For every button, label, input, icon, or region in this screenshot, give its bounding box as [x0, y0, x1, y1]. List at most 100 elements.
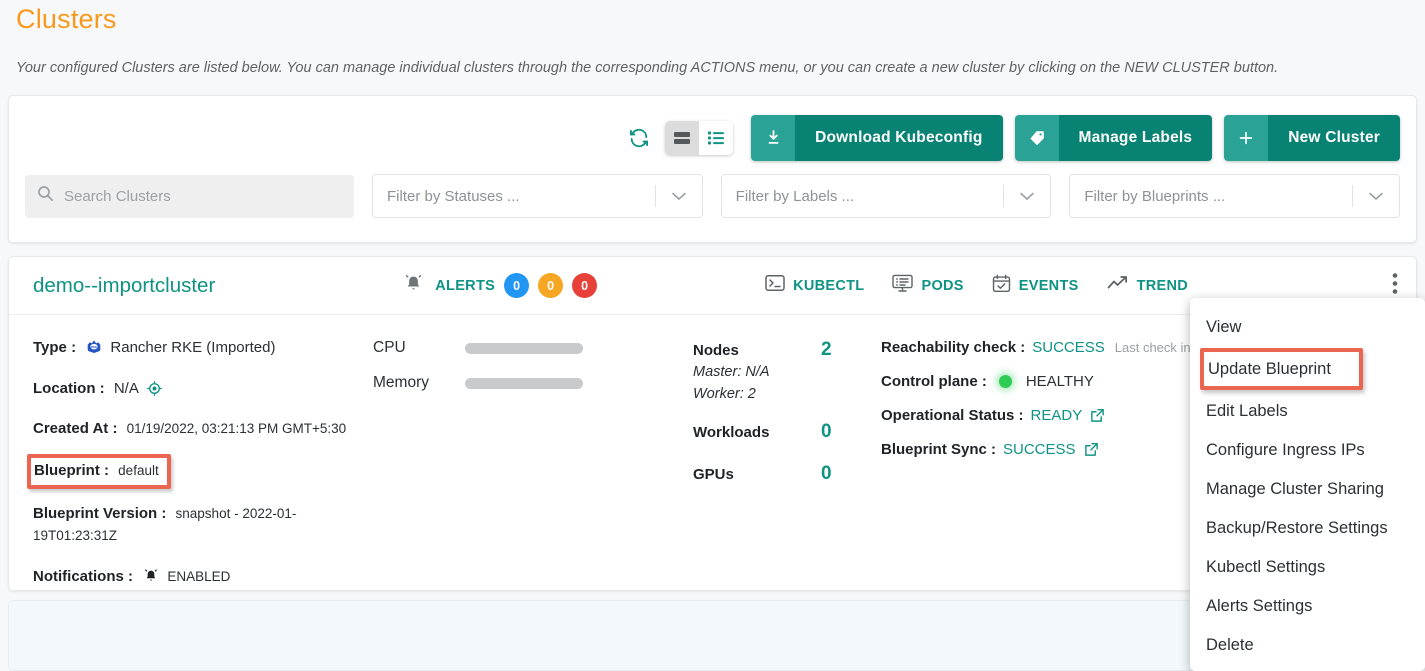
filter-row: Filter by Statuses ... Filter by Labels …	[25, 174, 1401, 218]
cluster-usage-column: CPU Memory	[373, 337, 693, 605]
status-dot	[998, 375, 1012, 388]
location-label: Location :	[33, 379, 105, 397]
menu-item-backup-restore-settings[interactable]: Backup/Restore Settings	[1190, 509, 1425, 548]
cluster-name-link[interactable]: demo--importcluster	[33, 274, 215, 298]
blueprint-highlight: Blueprint : default	[27, 454, 171, 489]
menu-item-update-blueprint[interactable]: Update Blueprint	[1200, 348, 1363, 390]
menu-item-edit-labels[interactable]: Edit Labels	[1190, 392, 1425, 431]
pods-label: PODS	[921, 277, 964, 294]
plus-icon	[1224, 115, 1269, 161]
memory-label: Memory	[373, 374, 429, 391]
created-label: Created At :	[33, 419, 118, 437]
blueprint-version-label: Blueprint Version :	[33, 505, 167, 522]
new-cluster-button[interactable]: New Cluster	[1224, 115, 1400, 161]
chevron-down-icon[interactable]	[1004, 191, 1050, 201]
filter-labels-placeholder: Filter by Labels ...	[735, 187, 855, 205]
terminal-icon	[765, 274, 785, 297]
download-icon	[751, 115, 796, 161]
filter-blueprints-placeholder: Filter by Blueprints ...	[1084, 187, 1226, 205]
filter-blueprints-select[interactable]: Filter by Blueprints ...	[1069, 174, 1401, 218]
nodes-label: Nodes	[693, 342, 739, 359]
page-title: Clusters	[16, 4, 117, 34]
nodes-worker-line: Worker: 2	[693, 385, 756, 402]
type-label: Type :	[33, 339, 77, 356]
view-mode-toggle[interactable]	[665, 121, 734, 155]
blueprint-value: default	[118, 463, 159, 479]
nodes-master-line: Master: N/A	[693, 364, 770, 380]
control-plane-label: Control plane :	[881, 373, 987, 390]
kubectl-action[interactable]: KUBECTL	[765, 274, 864, 297]
control-plane-value: HEALTHY	[1025, 373, 1094, 390]
svg-text:RKE: RKE	[91, 345, 97, 349]
filter-labels-select[interactable]: Filter by Labels ...	[720, 174, 1052, 218]
workloads-value: 0	[821, 421, 832, 443]
trend-action[interactable]: TREND	[1107, 275, 1188, 296]
operational-status-label: Operational Status :	[881, 407, 1024, 424]
external-link-icon[interactable]	[1090, 408, 1105, 423]
nodes-row: Nodes 2	[693, 339, 881, 361]
rancher-rke-icon: RKE	[85, 338, 103, 363]
operational-status-value: READY	[1030, 407, 1083, 424]
gpus-value: 0	[821, 463, 832, 485]
pods-icon	[892, 274, 914, 297]
cluster-info-column: Type : RKE Rancher RKE (Imported) Locati…	[27, 337, 373, 605]
menu-item-delete[interactable]: Delete	[1190, 626, 1425, 665]
menu-item-kubectl-settings[interactable]: Kubectl Settings	[1190, 548, 1425, 587]
download-kubeconfig-button[interactable]: Download Kubeconfig	[751, 115, 1003, 161]
search-clusters-box[interactable]	[25, 174, 354, 218]
new-cluster-label: New Cluster	[1268, 115, 1400, 161]
calendar-check-icon	[992, 274, 1011, 298]
pods-action[interactable]: PODS	[892, 274, 963, 297]
bell-icon	[143, 568, 159, 591]
bell-icon	[403, 273, 424, 299]
cluster-actions-group: KUBECTL PODS EVENTS TREND	[765, 274, 1188, 298]
cluster-notifications-row: Notifications : ENABLED	[33, 566, 373, 591]
refresh-icon[interactable]	[625, 124, 653, 152]
page-description: Your configured Clusters are listed belo…	[16, 60, 1279, 76]
more-vertical-icon[interactable]	[1392, 272, 1398, 299]
cpu-label: CPU	[373, 339, 406, 356]
cluster-counts-column: Nodes 2 Master: N/A Worker: 2 Workloads …	[693, 337, 881, 605]
manage-labels-label: Manage Labels	[1058, 115, 1213, 161]
blueprint-label: Blueprint :	[34, 462, 109, 480]
cpu-usage-row: CPU	[373, 339, 693, 357]
alerts-badge-critical[interactable]: 0	[572, 273, 598, 298]
chevron-down-icon[interactable]	[656, 191, 702, 201]
tag-icon	[1014, 115, 1059, 161]
external-link-icon[interactable]	[1084, 442, 1099, 457]
menu-item-configure-ingress-ips[interactable]: Configure Ingress IPs	[1190, 431, 1425, 470]
location-value: N/A	[113, 379, 139, 397]
cluster-actions-menu: View Update Blueprint Edit Labels Config…	[1190, 298, 1425, 671]
target-icon[interactable]	[147, 380, 163, 403]
cluster-created-row: Created At : 01/19/2022, 03:21:13 PM GMT…	[33, 418, 373, 440]
manage-labels-button[interactable]: Manage Labels	[1014, 115, 1213, 161]
filter-statuses-select[interactable]: Filter by Statuses ...	[372, 174, 703, 218]
blueprint-sync-label: Blueprint Sync :	[881, 441, 997, 458]
trend-label: TREND	[1136, 277, 1189, 294]
cluster-blueprint-version-row: Blueprint Version : snapshot - 2022-01-1…	[33, 503, 373, 547]
menu-item-view[interactable]: View	[1190, 308, 1425, 347]
alerts-badge-warning[interactable]: 0	[538, 273, 564, 298]
events-action[interactable]: EVENTS	[992, 274, 1079, 298]
alerts-label: ALERTS	[435, 277, 496, 294]
card-view-icon[interactable]	[665, 121, 700, 155]
alerts-badge-info[interactable]: 0	[504, 273, 530, 298]
search-input[interactable]	[64, 187, 342, 205]
workloads-label: Workloads	[693, 424, 770, 442]
gpus-label: GPUs	[693, 466, 734, 484]
reachability-note: Last check in	[1114, 340, 1191, 355]
menu-item-alerts-settings[interactable]: Alerts Settings	[1190, 587, 1425, 626]
menu-item-manage-cluster-sharing[interactable]: Manage Cluster Sharing	[1190, 470, 1425, 509]
memory-usage-row: Memory	[373, 374, 693, 392]
chevron-down-icon[interactable]	[1353, 191, 1399, 201]
list-view-icon[interactable]	[699, 121, 734, 155]
download-kubeconfig-label: Download Kubeconfig	[795, 115, 1003, 161]
alerts-group: ALERTS 0 0 0	[403, 273, 598, 299]
reachability-value: SUCCESS	[1032, 339, 1105, 356]
trend-up-icon	[1107, 275, 1129, 296]
cluster-blueprint-row: Blueprint : default	[27, 454, 373, 489]
toolbar-row: Download Kubeconfig Manage Labels New Cl…	[25, 110, 1400, 166]
memory-usage-bar	[465, 377, 583, 389]
toolbar-card: Download Kubeconfig Manage Labels New Cl…	[8, 95, 1417, 243]
workloads-row: Workloads 0	[693, 421, 881, 443]
